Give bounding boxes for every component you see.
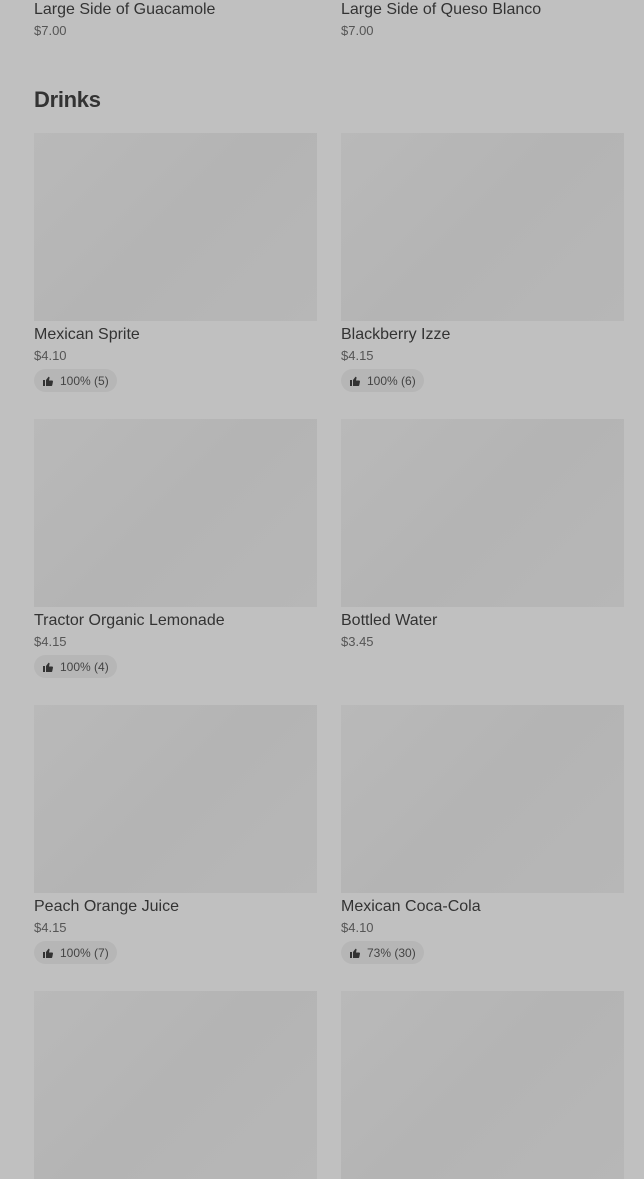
menu-item-price: $7.00 xyxy=(341,23,374,38)
item-image[interactable] xyxy=(341,419,624,607)
menu-item-card[interactable] xyxy=(341,991,624,1179)
rating-badge: 73% (30) xyxy=(341,941,424,964)
menu-item-price: $3.45 xyxy=(341,634,374,649)
menu-item-name: Large Side of Queso Blanco xyxy=(341,1,542,18)
rating-text: 100% (4) xyxy=(60,659,109,674)
menu-item-bottled-water[interactable]: Bottled Water $3.45 xyxy=(341,419,624,650)
menu-item-name: Large Side of Guacamole xyxy=(34,1,216,18)
menu-item-name: Bottled Water xyxy=(341,612,438,629)
menu-item-price: $4.15 xyxy=(341,348,374,363)
menu-item-price: $4.15 xyxy=(34,634,67,649)
menu-item-mexican-sprite[interactable]: Mexican Sprite $4.10 100% (5) xyxy=(34,133,317,392)
item-image[interactable] xyxy=(34,133,317,321)
menu-item-name: Peach Orange Juice xyxy=(34,898,179,915)
rating-badge: 100% (4) xyxy=(34,655,117,678)
menu-item-name: Tractor Organic Lemonade xyxy=(34,612,225,629)
menu-item-name: Mexican Coca-Cola xyxy=(341,898,481,915)
menu-item-name: Blackberry Izze xyxy=(341,326,451,343)
menu-item-price: $4.10 xyxy=(34,348,67,363)
menu-item-blackberry-izze[interactable]: Blackberry Izze $4.15 100% (6) xyxy=(341,133,624,392)
rating-text: 100% (6) xyxy=(367,373,416,388)
rating-badge: 100% (6) xyxy=(341,369,424,392)
thumbs-up-icon xyxy=(349,375,361,387)
item-image[interactable] xyxy=(34,991,317,1179)
previous-section-items: Large Side of Guacamole $7.00 Large Side… xyxy=(0,0,644,60)
menu-item-large-side-guacamole[interactable]: Large Side of Guacamole $7.00 xyxy=(34,0,317,39)
menu-item-name: Mexican Sprite xyxy=(34,326,140,343)
menu-item-price: $7.00 xyxy=(34,23,67,38)
menu-item-card[interactable] xyxy=(34,991,317,1179)
rating-text: 100% (7) xyxy=(60,945,109,960)
rating-badge: 100% (5) xyxy=(34,369,117,392)
menu-item-price: $4.15 xyxy=(34,920,67,935)
item-image[interactable] xyxy=(341,705,624,893)
thumbs-up-icon xyxy=(42,947,54,959)
thumbs-up-icon xyxy=(42,375,54,387)
thumbs-up-icon xyxy=(42,661,54,673)
item-image[interactable] xyxy=(34,705,317,893)
rating-badge: 100% (7) xyxy=(34,941,117,964)
menu-item-mexican-coca-cola[interactable]: Mexican Coca-Cola $4.10 73% (30) xyxy=(341,705,624,964)
item-image[interactable] xyxy=(341,991,624,1179)
menu-item-tractor-organic-lemonade[interactable]: Tractor Organic Lemonade $4.15 100% (4) xyxy=(34,419,317,678)
menu-item-peach-orange-juice[interactable]: Peach Orange Juice $4.15 100% (7) xyxy=(34,705,317,964)
rating-text: 100% (5) xyxy=(60,373,109,388)
item-image[interactable] xyxy=(341,133,624,321)
rating-text: 73% (30) xyxy=(367,945,416,960)
thumbs-up-icon xyxy=(349,947,361,959)
item-image[interactable] xyxy=(34,419,317,607)
menu-item-large-side-queso-blanco[interactable]: Large Side of Queso Blanco $7.00 xyxy=(341,0,624,39)
section-title-drinks: Drinks xyxy=(34,87,101,112)
menu-item-price: $4.10 xyxy=(341,920,374,935)
